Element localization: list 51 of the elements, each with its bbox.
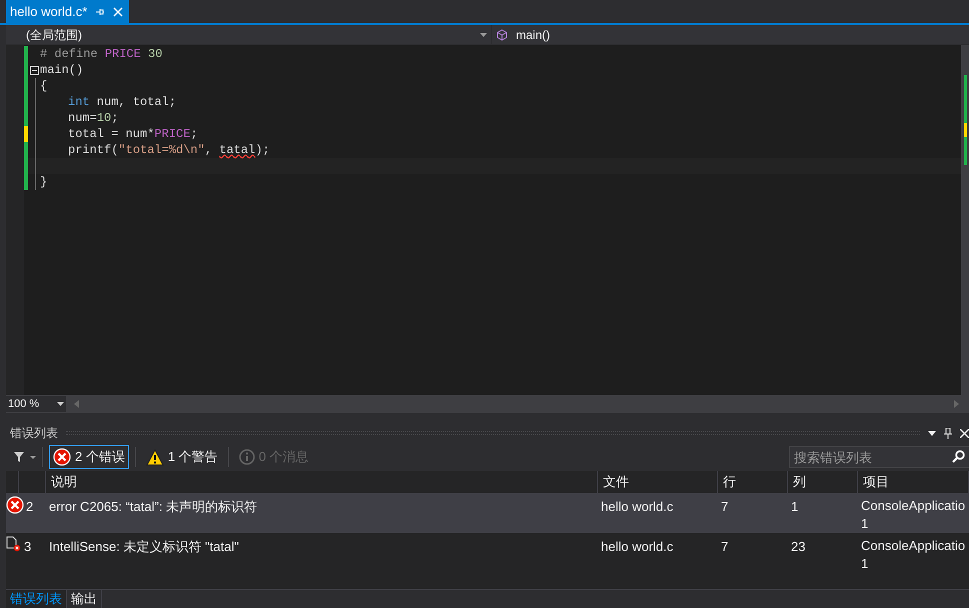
table-row[interactable]: 3 IntelliSense: 未定义标识符 "tatal" hello world.c 7 23 ConsoleApplicatio 1: [6, 533, 969, 573]
code-line: num=10;: [68, 110, 118, 127]
table-cell: hello world.c: [601, 499, 674, 514]
table-cell-text: ConsoleApplicatio: [861, 497, 966, 515]
pin-icon[interactable]: [944, 428, 952, 438]
table-cell: 23: [791, 539, 806, 554]
search-field[interactable]: 搜索错误列表: [789, 446, 969, 468]
filter-icon[interactable]: [14, 451, 36, 463]
code-line: total = num*PRICE;: [68, 126, 198, 143]
panel-tab[interactable]: 输出: [67, 590, 102, 608]
collapse-icon[interactable]: [30, 66, 38, 74]
member-dropdown[interactable]: main(): [492, 25, 969, 44]
code-line: # define PRICE 30: [40, 46, 162, 63]
error-icon: [6, 496, 24, 514]
code-line: {: [40, 78, 48, 95]
table-cell: 7: [721, 539, 728, 554]
error-icon: [53, 448, 71, 466]
zoom-dropdown[interactable]: 100 %: [6, 396, 66, 412]
table-cell: IntelliSense: 未定义标识符 "tatal": [49, 539, 239, 554]
scope-label: (全局范围): [26, 26, 83, 44]
table-cell-text: ConsoleApplicatio: [861, 537, 966, 555]
caret-icon[interactable]: [57, 402, 64, 406]
member-label: main(): [516, 26, 550, 44]
code-line: printf("total=%d\n", tatal);: [68, 142, 270, 159]
panel-title: 错误列表: [10, 425, 58, 442]
table-cell-text: 1: [861, 555, 870, 573]
zoom-level: 100 %: [8, 396, 40, 412]
filter-toggle[interactable]: 1 个警告: [142, 445, 222, 469]
table-cell: error C2065: “tatal”: 未声明的标识符: [49, 499, 258, 514]
caret-icon[interactable]: [480, 32, 487, 36]
code-line: int num, total;: [68, 94, 176, 111]
search-icon: [952, 450, 965, 463]
table-row[interactable]: 2 error C2065: “tatal”: 未声明的标识符 hello world.c 7 1 ConsoleApplicatio 1: [6, 493, 969, 533]
tab-title: hello world.c*: [10, 2, 88, 21]
warning-icon: [146, 448, 164, 466]
code-line: main(): [40, 62, 84, 79]
scope-dropdown[interactable]: (全局范围): [6, 25, 492, 44]
document-error-icon: [6, 536, 22, 552]
code-line: }: [40, 174, 48, 191]
info-icon: [238, 449, 255, 465]
table-cell: hello world.c: [601, 539, 674, 554]
row-number: 2: [26, 498, 34, 516]
table-cell: 1: [791, 499, 798, 514]
table-cell-text: 1: [861, 515, 870, 533]
filter-toggle[interactable]: 2 个错误: [49, 445, 129, 469]
dropdown-icon[interactable]: [928, 430, 936, 436]
panel-tab[interactable]: 错误列表: [6, 590, 67, 608]
cube-icon: [496, 28, 508, 40]
row-number: 3: [24, 538, 32, 556]
table-cell: 7: [721, 499, 728, 514]
close-icon[interactable]: [960, 428, 969, 438]
